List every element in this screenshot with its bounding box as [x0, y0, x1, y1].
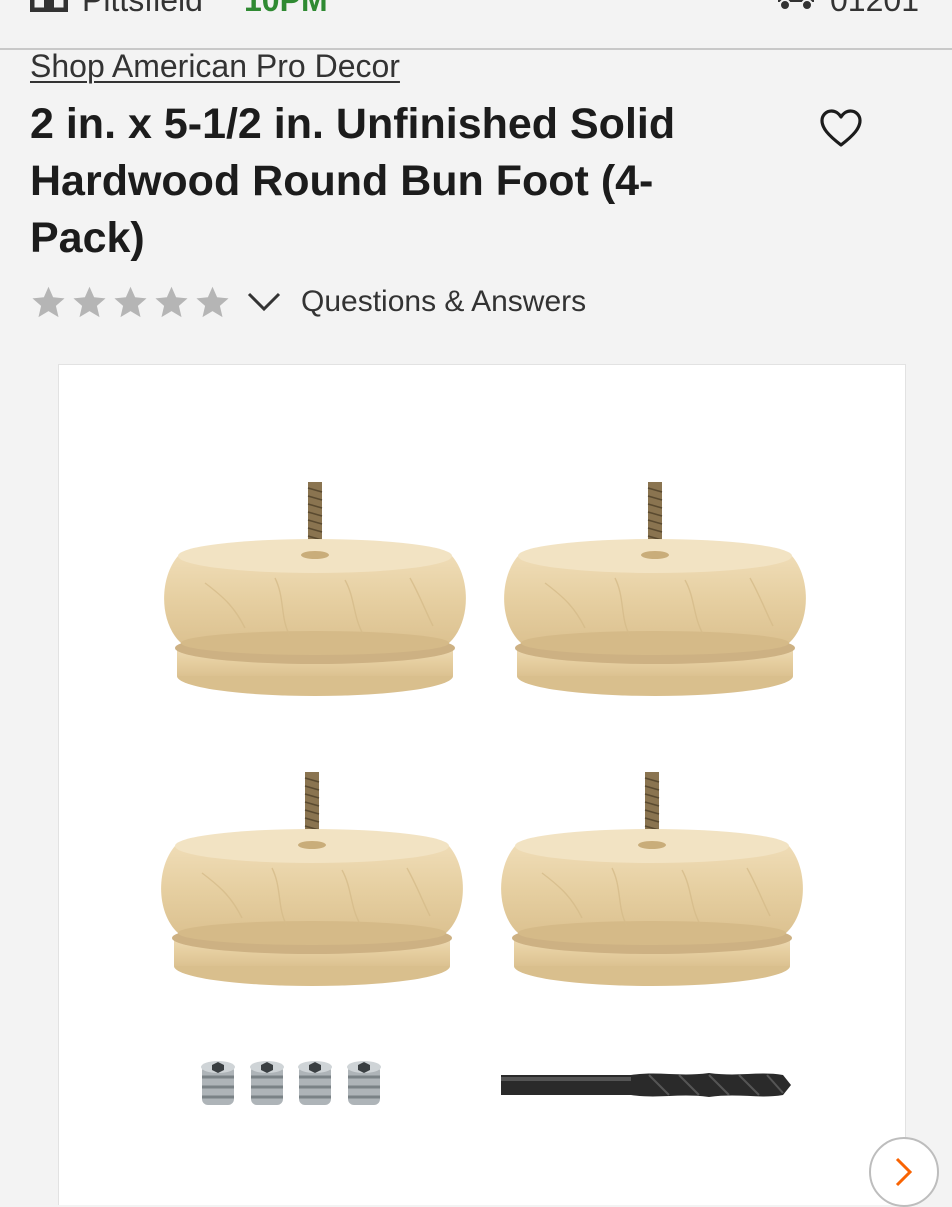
questions-answers-link[interactable]: Questions & Answers	[301, 285, 586, 319]
delivery-zip[interactable]: 01201	[830, 0, 919, 19]
store-hours: 10PM	[244, 0, 328, 18]
brand-shop-link[interactable]: Shop American Pro Decor	[30, 48, 400, 85]
rating-stars[interactable]	[30, 284, 231, 321]
drill-bit	[501, 1073, 791, 1097]
threaded-insert	[298, 1061, 332, 1105]
rating-row: Questions & Answers	[30, 280, 586, 324]
gallery-next-button[interactable]	[869, 1137, 939, 1207]
product-image-gallery	[58, 364, 939, 1207]
star-icon	[114, 286, 147, 317]
store-name[interactable]: Pittsfield	[82, 0, 203, 19]
store-icon	[30, 0, 68, 12]
threaded-insert	[250, 1061, 284, 1105]
truck-icon	[778, 0, 814, 11]
product-title: 2 in. x 5-1/2 in. Unfinished Solid Hardw…	[30, 100, 676, 262]
product-image[interactable]	[59, 365, 905, 1205]
chevron-down-icon[interactable]	[245, 287, 283, 317]
star-icon	[73, 286, 106, 317]
threaded-insert	[347, 1061, 381, 1105]
star-icon	[155, 286, 188, 317]
star-icon	[32, 286, 65, 317]
heart-outline-icon[interactable]	[818, 106, 864, 150]
star-icon	[196, 286, 229, 317]
chevron-right-icon	[895, 1157, 913, 1187]
store-header: Pittsfield 10PM 01201	[0, 0, 952, 50]
threaded-insert	[201, 1061, 235, 1105]
